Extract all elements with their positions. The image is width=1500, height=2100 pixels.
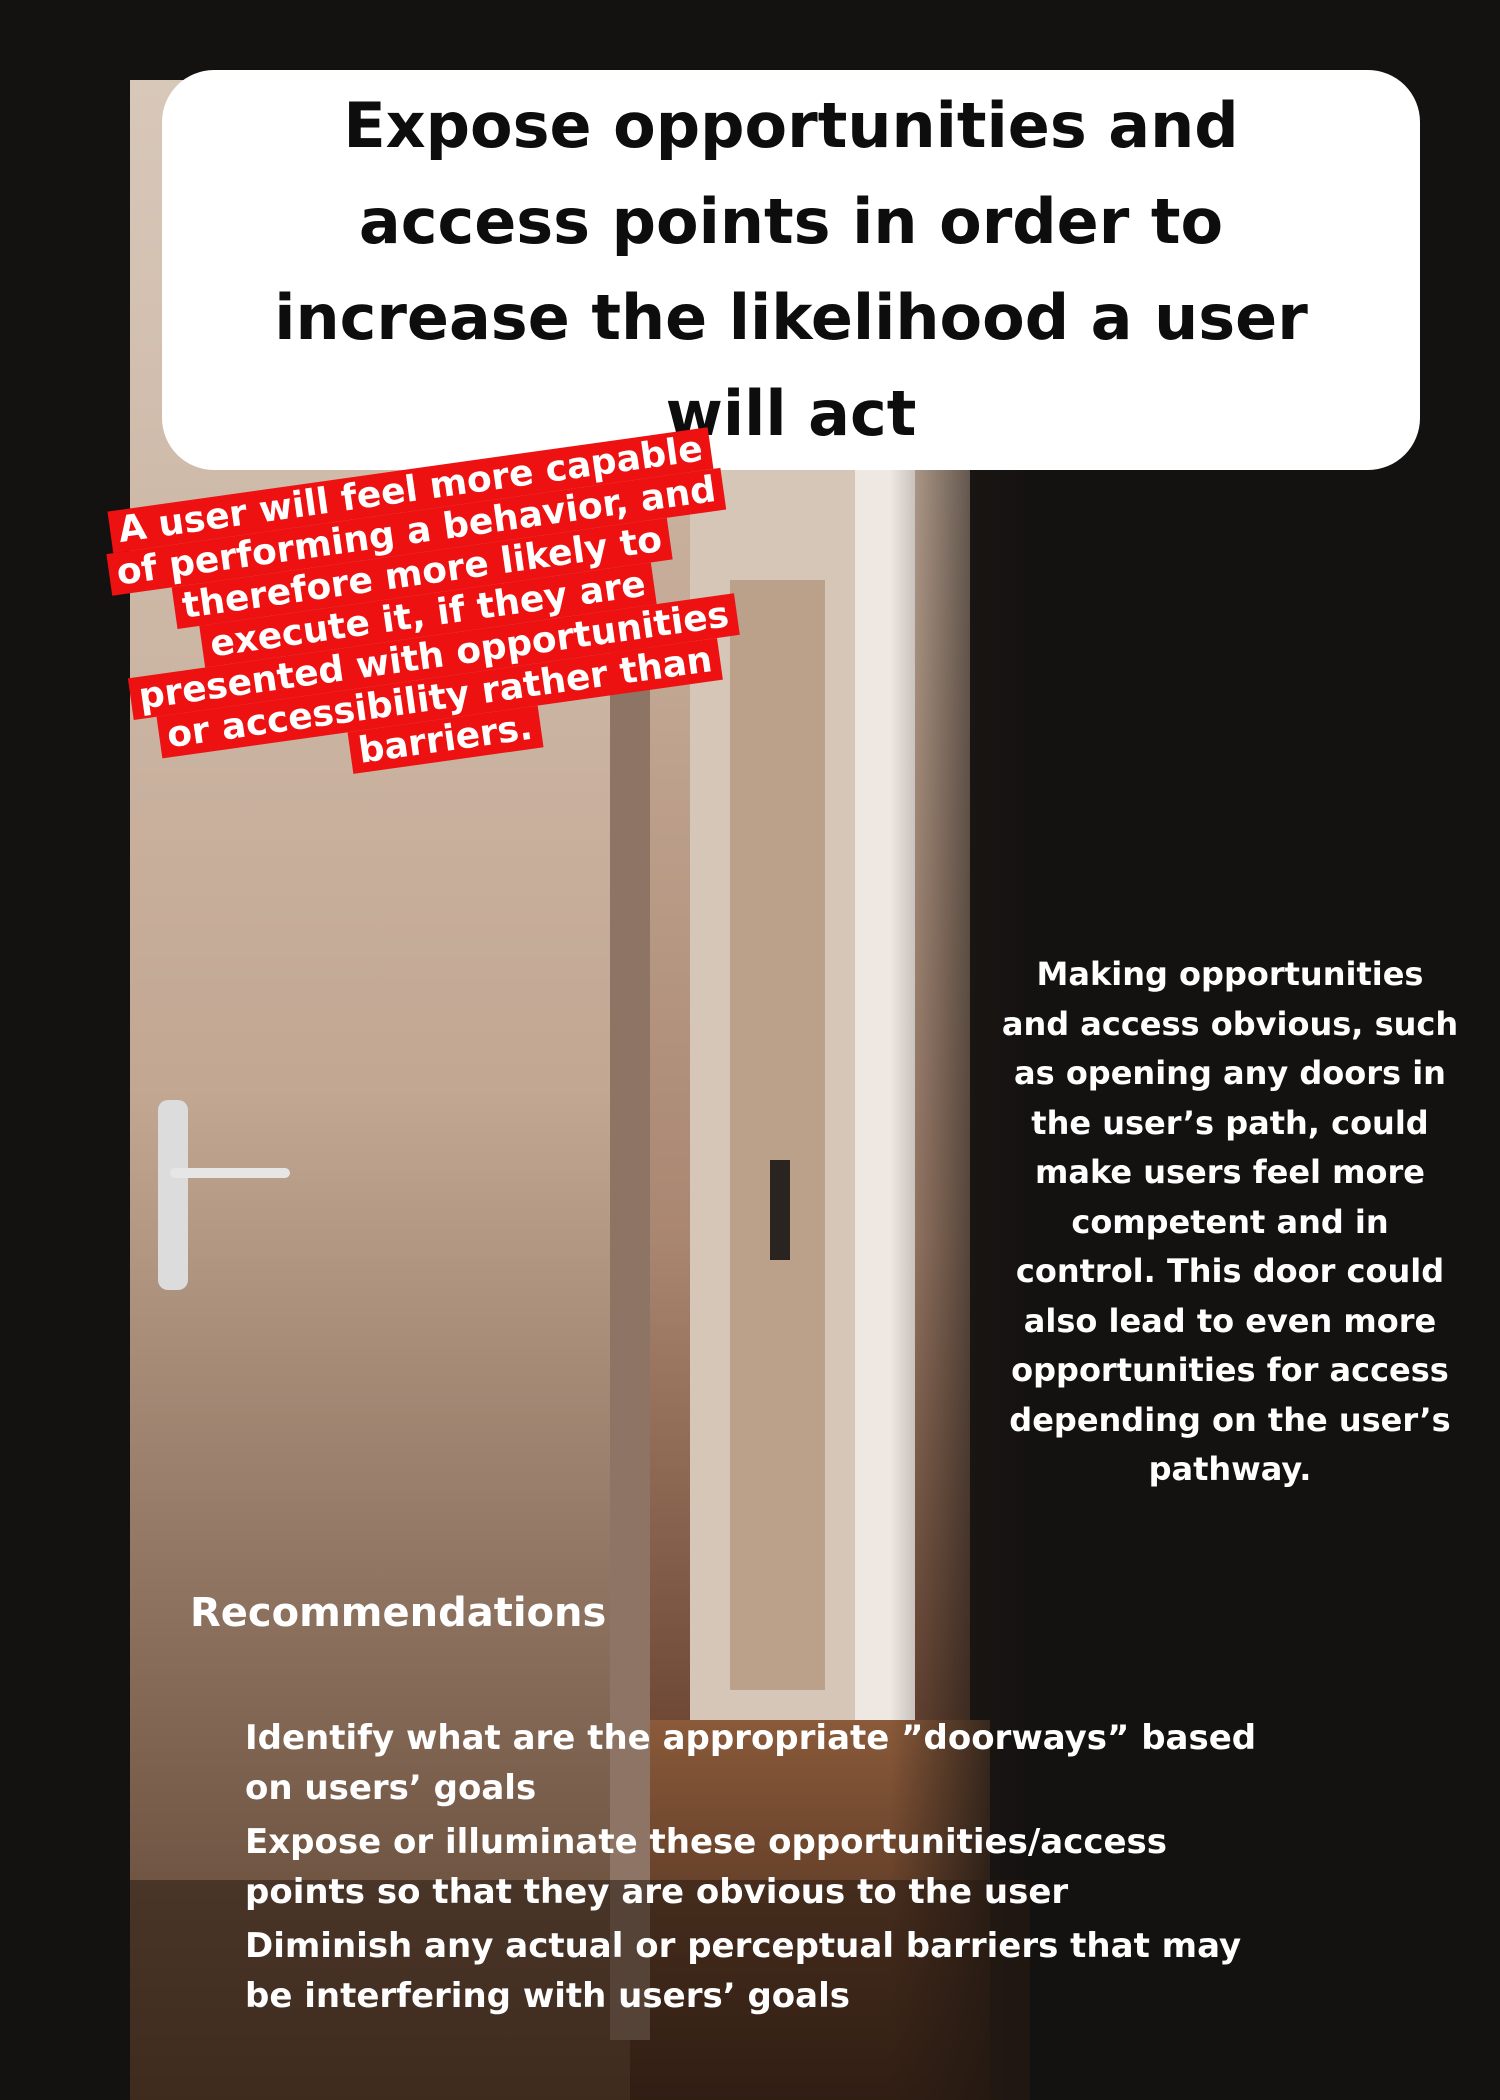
- page-title: Expose opportunities and access points i…: [274, 89, 1308, 450]
- recommendation-item: Identify what are the appropriate ”doorw…: [245, 1718, 1257, 1808]
- side-description: Making opportunities and access obvious,…: [1001, 955, 1459, 1488]
- recommendation-item: Expose or illuminate these opportunities…: [245, 1822, 1168, 1912]
- recommendations-list: Identify what are the appropriate ”doorw…: [245, 1713, 1285, 2025]
- recommendations-heading: Recommendations: [190, 1590, 607, 1636]
- recommendation-item: Diminish any actual or perceptual barrie…: [245, 1926, 1242, 2016]
- title-card: Expose opportunities and access points i…: [162, 70, 1420, 470]
